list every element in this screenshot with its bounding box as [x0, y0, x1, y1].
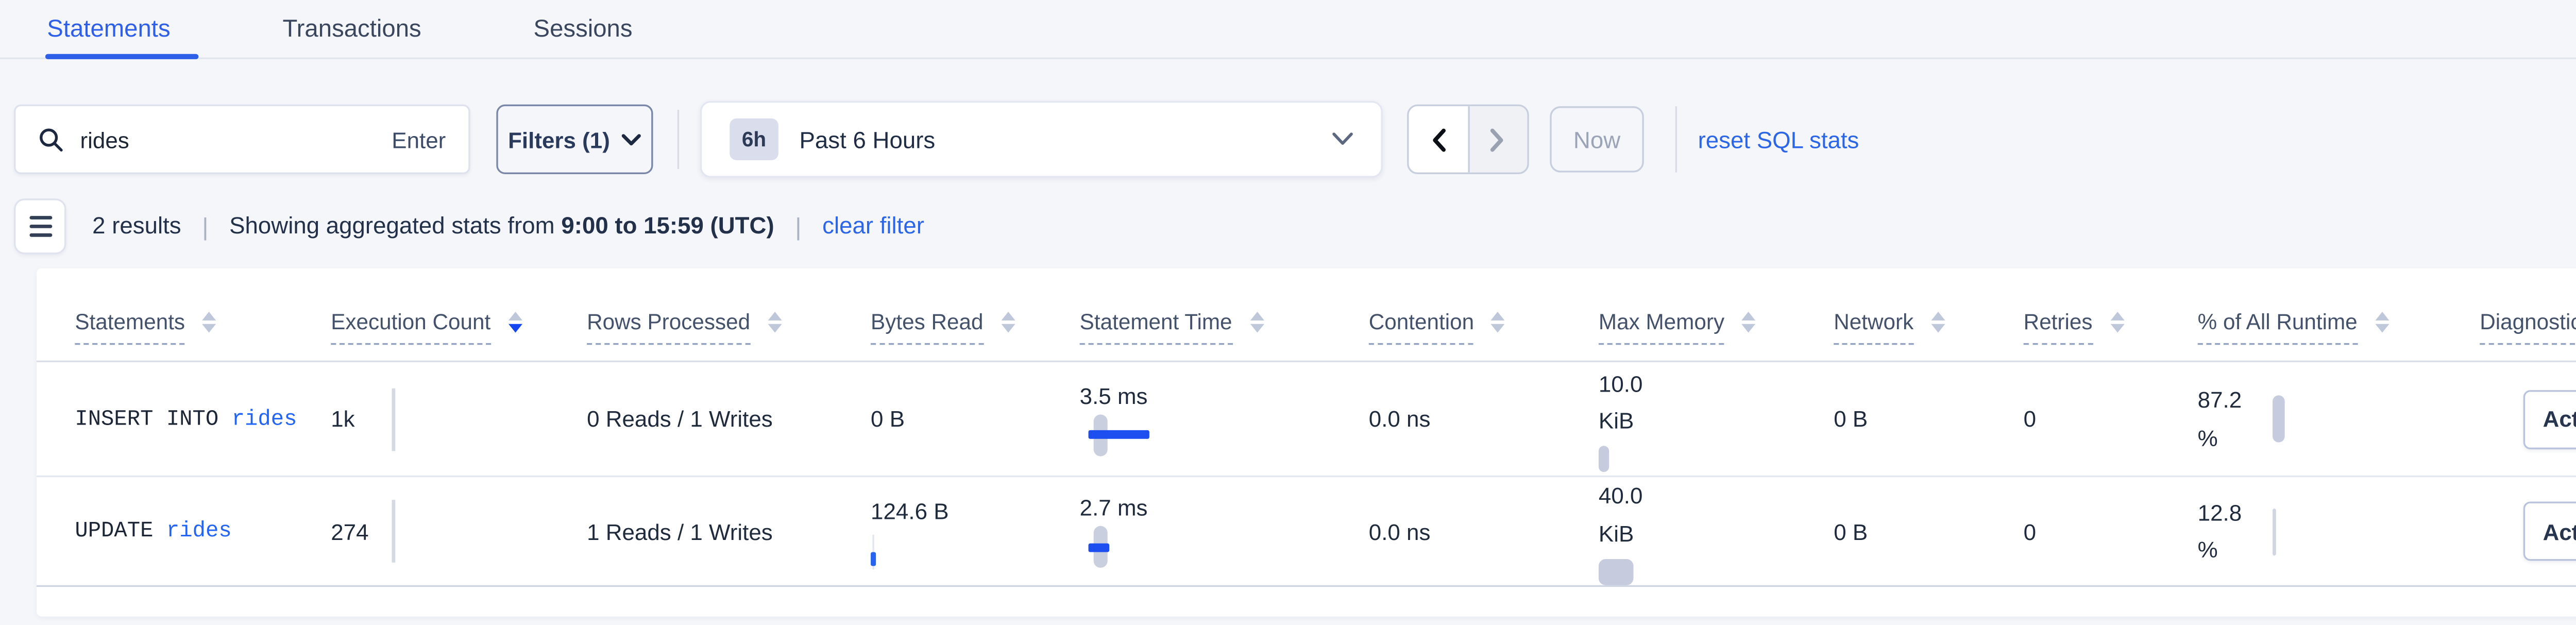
runtime-pct-bar	[2273, 508, 2276, 554]
sort-icon[interactable]	[768, 311, 782, 332]
chevron-down-icon	[622, 133, 641, 146]
column-header-bytes-read[interactable]: Bytes Read	[871, 310, 1080, 361]
network-cell: 0 B	[1834, 362, 2023, 476]
execution-count-bar	[392, 500, 396, 563]
search-icon	[38, 126, 64, 153]
toolbar-divider	[1675, 106, 1677, 172]
statements-page: Statements Transactions Sessions rides E…	[0, 0, 2576, 625]
statement-fingerprint-link[interactable]: INSERT INTO rides	[75, 407, 297, 431]
statement-time-bar	[1080, 526, 1184, 568]
showing-range: 9:00 to 15:59 (UTC)	[561, 212, 774, 239]
tab-sessions[interactable]: Sessions	[534, 14, 633, 59]
search-value: rides	[80, 126, 392, 153]
sort-icon[interactable]	[508, 311, 522, 332]
time-nav-arrows	[1407, 105, 1529, 174]
sort-icon[interactable]	[1001, 311, 1014, 332]
column-header-max-memory[interactable]: Max Memory	[1599, 310, 1834, 361]
previous-interval-button[interactable]	[1409, 106, 1467, 172]
bytes-read-cell: 0 B	[871, 362, 1080, 476]
sort-icon[interactable]	[1742, 311, 1756, 332]
sort-icon[interactable]	[2375, 311, 2389, 332]
clear-filter-link[interactable]: clear filter	[822, 212, 924, 239]
bytes-read-bar	[871, 534, 949, 569]
time-range-badge: 6h	[730, 119, 778, 160]
statement-table-name[interactable]: rides	[166, 519, 232, 543]
pct-of-all-runtime-cell: 12.8 %	[2198, 477, 2480, 585]
activate-diagnostics-button[interactable]: Activate	[2523, 389, 2576, 448]
pct-of-all-runtime-cell: 87.2 %	[2198, 362, 2480, 476]
table-row: UPDATE rides 274 1 Reads / 1 Writes 124.…	[37, 477, 2576, 587]
sort-icon[interactable]	[2110, 311, 2124, 332]
rows-processed-cell: 0 Reads / 1 Writes	[587, 362, 871, 476]
column-header-rows-processed[interactable]: Rows Processed	[587, 310, 871, 361]
column-header-execution-count[interactable]: Execution Count	[331, 310, 587, 361]
statement-time-cell: 3.5 ms	[1080, 362, 1369, 476]
toolbar: rides Enter Filters (1) 6h Past 6 Hours …	[14, 103, 2576, 176]
showing-prefix: Showing aggregated stats from	[229, 212, 555, 239]
divider: |	[202, 212, 208, 240]
column-header-pct-of-all-runtime[interactable]: % of All Runtime	[2198, 310, 2480, 361]
execution-count-cell: 1k	[331, 362, 587, 476]
execution-count-cell: 274	[331, 477, 587, 585]
retries-cell: 0	[2024, 362, 2198, 476]
statement-table-name[interactable]: rides	[232, 407, 297, 431]
column-header-diagnostics[interactable]: Diagnostics	[2480, 310, 2576, 361]
statements-table: Statements Execution Count Rows Processe…	[37, 268, 2576, 617]
chevron-right-icon	[1489, 126, 1507, 153]
chevron-left-icon	[1429, 126, 1447, 153]
results-count: 2 results	[92, 212, 181, 239]
search-input[interactable]: rides Enter	[14, 105, 470, 174]
tab-sessions-label: Sessions	[534, 14, 633, 42]
time-range-label: Past 6 Hours	[799, 126, 1332, 153]
column-header-network[interactable]: Network	[1834, 310, 2023, 361]
sort-icon[interactable]	[202, 311, 216, 332]
column-selector-icon[interactable]	[14, 198, 66, 254]
retries-cell: 0	[2024, 477, 2198, 585]
tab-transactions[interactable]: Transactions	[283, 14, 421, 59]
results-bar: 2 results | Showing aggregated stats fro…	[14, 198, 2576, 252]
max-memory-bar	[1599, 447, 1609, 473]
column-header-statements[interactable]: Statements	[75, 310, 331, 361]
runtime-pct-bar	[2273, 395, 2285, 442]
tab-statements[interactable]: Statements	[47, 14, 170, 59]
next-interval-button[interactable]	[1467, 106, 1528, 172]
max-memory-bar	[1599, 559, 1634, 585]
bytes-read-cell: 124.6 B	[871, 477, 1080, 585]
toolbar-divider	[677, 110, 679, 169]
statement-fingerprint-link[interactable]: UPDATE rides	[75, 519, 231, 543]
tab-transactions-label: Transactions	[283, 14, 421, 42]
statement-time-bar	[1080, 414, 1184, 455]
time-range-dropdown[interactable]: 6h Past 6 Hours	[700, 101, 1383, 178]
tab-statements-label: Statements	[47, 14, 170, 42]
showing-stats-text: Showing aggregated stats from 9:00 to 15…	[229, 212, 774, 239]
column-header-statement-time[interactable]: Statement Time	[1080, 310, 1369, 361]
activate-diagnostics-button[interactable]: Activate	[2523, 501, 2576, 561]
network-cell: 0 B	[1834, 477, 2023, 585]
sort-icon[interactable]	[1492, 311, 1505, 332]
search-enter-hint: Enter	[392, 126, 468, 153]
max-memory-cell: 40.0 KiB	[1599, 477, 1834, 585]
sort-icon[interactable]	[1249, 311, 1263, 332]
filters-button-label: Filters (1)	[508, 126, 610, 153]
reset-sql-stats-link[interactable]: reset SQL stats	[1698, 126, 1859, 153]
divider: |	[795, 212, 801, 240]
column-header-retries[interactable]: Retries	[2024, 310, 2198, 361]
now-button[interactable]: Now	[1550, 106, 1644, 172]
tab-bar-divider	[0, 58, 2576, 59]
contention-cell: 0.0 ns	[1369, 362, 1599, 476]
table-header-row: Statements Execution Count Rows Processe…	[37, 268, 2576, 363]
contention-cell: 0.0 ns	[1369, 477, 1599, 585]
tab-bar: Statements Transactions Sessions	[0, 0, 2576, 59]
chevron-down-icon	[1332, 132, 1353, 146]
rows-processed-cell: 1 Reads / 1 Writes	[587, 477, 871, 585]
statement-time-cell: 2.7 ms	[1080, 477, 1369, 585]
filters-button[interactable]: Filters (1)	[496, 105, 653, 174]
sort-icon[interactable]	[1931, 311, 1945, 332]
execution-count-bar	[392, 387, 396, 450]
column-header-contention[interactable]: Contention	[1369, 310, 1599, 361]
active-tab-underline	[45, 53, 198, 59]
table-row: INSERT INTO rides 1k 0 Reads / 1 Writes …	[37, 362, 2576, 477]
max-memory-cell: 10.0 KiB	[1599, 362, 1834, 476]
